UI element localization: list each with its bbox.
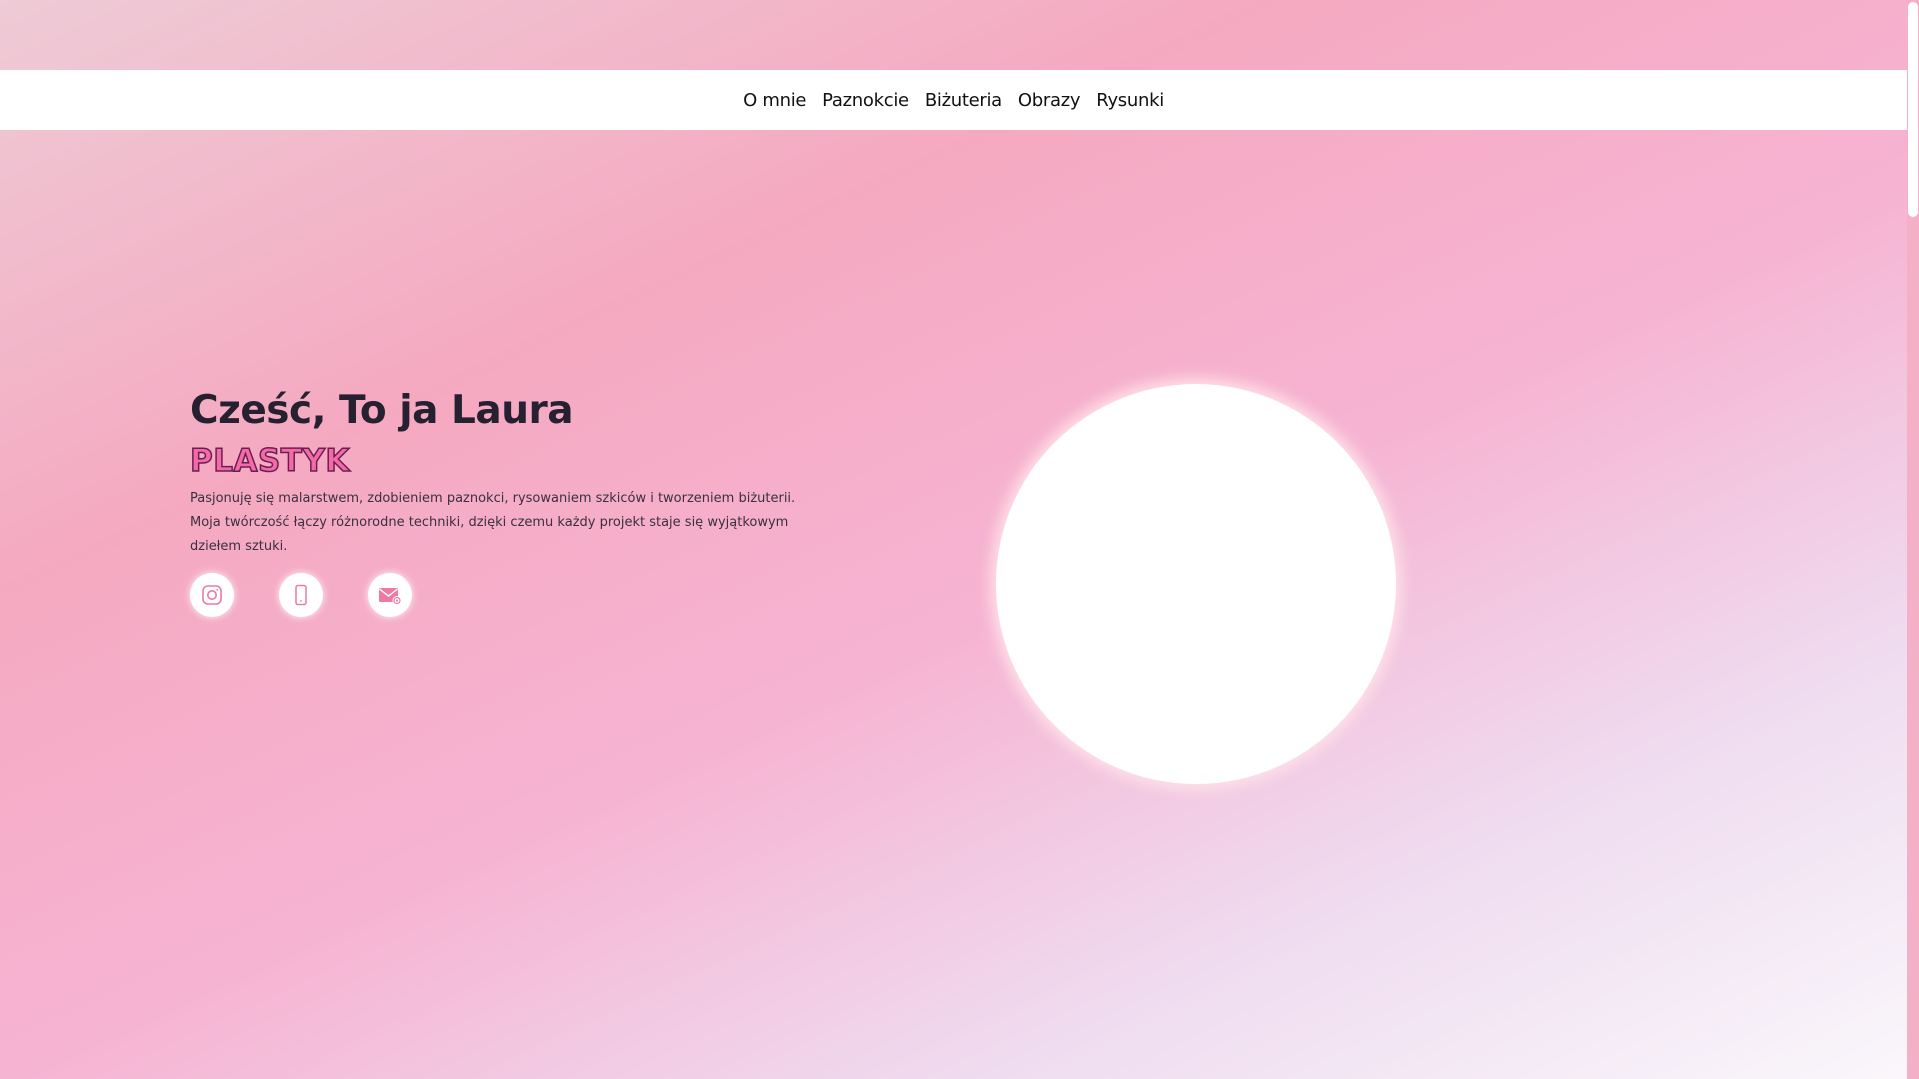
social-links bbox=[190, 573, 830, 617]
hero-role: PLASTYK bbox=[189, 442, 350, 480]
scrollbar-thumb[interactable] bbox=[1908, 2, 1918, 217]
hero-description: Pasjonuję się malarstwem, zdobieniem paz… bbox=[190, 491, 796, 554]
nav-link-obrazy[interactable]: Obrazy bbox=[1018, 90, 1081, 111]
instagram-icon bbox=[202, 585, 222, 605]
phone-icon bbox=[295, 584, 307, 606]
nav-link-bizuteria[interactable]: Biżuteria bbox=[925, 90, 1002, 111]
nav-link-paznokcie[interactable]: Paznokcie bbox=[822, 90, 909, 111]
top-navbar: O mnie Paznokcie Biżuteria Obrazy Rysunk… bbox=[0, 70, 1907, 130]
hero-greeting: Cześć, To ja Laura bbox=[190, 388, 574, 433]
hero-section: Cześć, To ja Laura PLASTYK Pasjonuję się… bbox=[189, 383, 830, 617]
mail-button[interactable] bbox=[368, 573, 412, 617]
nav-link-rysunki[interactable]: Rysunki bbox=[1096, 90, 1164, 111]
mail-icon bbox=[379, 588, 402, 605]
profile-photo-circle bbox=[996, 384, 1396, 784]
instagram-button[interactable] bbox=[190, 573, 234, 617]
nav-link-o-mnie[interactable]: O mnie bbox=[743, 90, 806, 111]
phone-button[interactable] bbox=[279, 573, 323, 617]
scrollbar-track[interactable] bbox=[1907, 0, 1919, 1079]
